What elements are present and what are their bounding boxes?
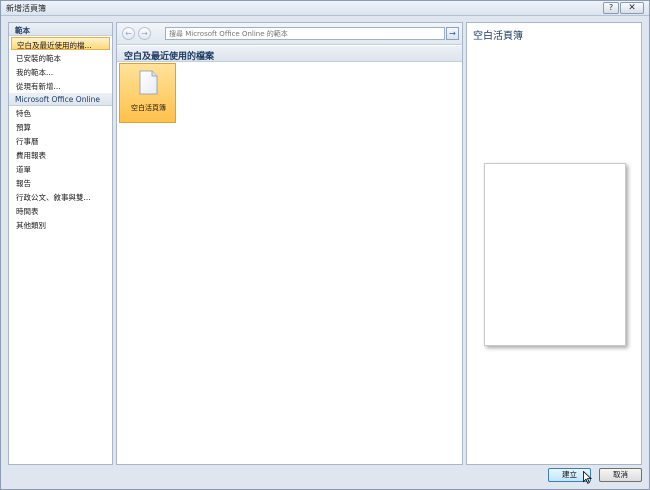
sidebar-item-installed-templates[interactable]: 已安裝的範本 — [9, 51, 112, 65]
blank-document-icon — [139, 70, 158, 95]
sidebar-item-blank-recent[interactable]: 空白及最近使用的檔... — [11, 37, 110, 50]
preview-page-thumbnail — [484, 163, 626, 346]
template-list-panel: ← → → 空白及最近使用的檔案 空白活頁簿 — [116, 22, 463, 465]
sidebar-item-new-from-existing[interactable]: 從現有新增... — [9, 79, 112, 93]
sidebar-item-calendars[interactable]: 行事曆 — [9, 134, 112, 148]
template-category-panel: 範本 空白及最近使用的檔... 已安裝的範本 我的範本... 從現有新增... … — [8, 22, 113, 465]
forward-arrow-icon[interactable]: → — [138, 27, 151, 40]
template-toolbar: ← → → — [117, 23, 462, 45]
search-go-arrow-icon[interactable]: → — [446, 27, 459, 40]
back-arrow-icon[interactable]: ← — [122, 27, 135, 40]
sidebar-item-expense-reports[interactable]: 費用報表 — [9, 148, 112, 162]
tile-label: 空白活頁簿 — [131, 104, 166, 112]
templates-section-header: 範本 — [9, 23, 112, 36]
sidebar-item-administrative[interactable]: 行政公文、敘事與雙... — [9, 190, 112, 204]
close-button[interactable]: ✕ — [620, 2, 644, 14]
sidebar-item-other-categories[interactable]: 其他類別 — [9, 218, 112, 232]
sidebar-item-reports[interactable]: 報告 — [9, 176, 112, 190]
section-title: 空白及最近使用的檔案 — [117, 46, 462, 62]
preview-panel: 空白活頁簿 — [466, 22, 642, 465]
sidebar-item-budgets[interactable]: 預算 — [9, 120, 112, 134]
mouse-pointer-icon — [583, 471, 592, 484]
help-button[interactable]: ? — [603, 2, 619, 14]
sidebar-item-featured[interactable]: 特色 — [9, 106, 112, 120]
cancel-button[interactable]: 取消 — [599, 468, 642, 482]
window-title: 新增活頁簿 — [6, 4, 46, 13]
online-section-header: Microsoft Office Online — [9, 93, 112, 106]
preview-title: 空白活頁簿 — [473, 31, 523, 42]
title-bar: 新增活頁簿 ? ✕ — [1, 1, 649, 16]
sidebar-item-lists[interactable]: 道單 — [9, 162, 112, 176]
new-workbook-dialog: 新增活頁簿 ? ✕ 範本 空白及最近使用的檔... 已安裝的範本 我的範本...… — [0, 0, 650, 490]
sidebar-item-my-templates[interactable]: 我的範本... — [9, 65, 112, 79]
sidebar-item-schedules[interactable]: 時間表 — [9, 204, 112, 218]
search-input[interactable] — [165, 27, 445, 40]
blank-workbook-tile[interactable]: 空白活頁簿 — [119, 63, 176, 123]
